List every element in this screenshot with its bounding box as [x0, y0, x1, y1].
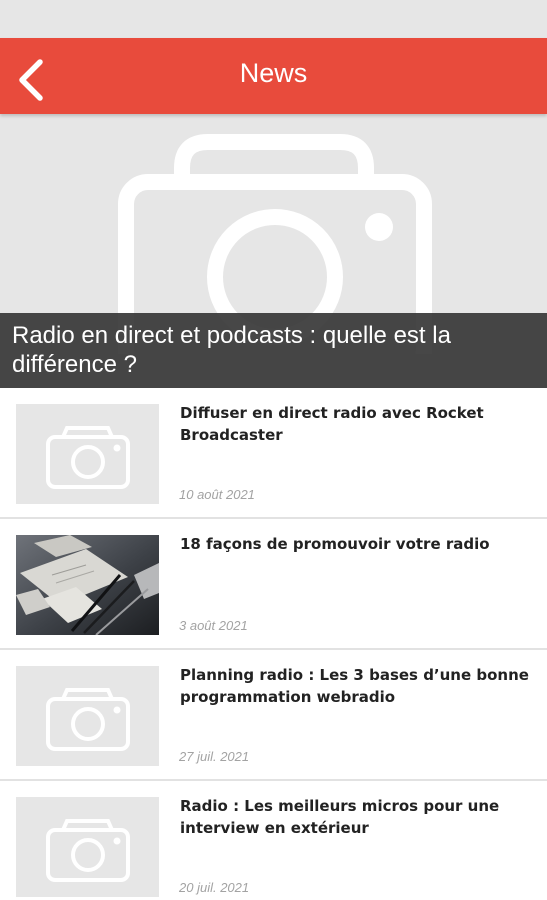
featured-title: Radio en direct et podcasts : quelle est… — [12, 322, 451, 378]
news-screen: News Radio en direct et podcasts : quell… — [0, 0, 547, 900]
article-date: 10 août 2021 — [179, 487, 255, 502]
article-title: Radio : Les meilleurs micros pour une in… — [180, 797, 500, 837]
list-item[interactable]: 18 façons de promouvoir votre radio 3 ao… — [0, 519, 547, 650]
status-bar — [0, 0, 547, 38]
article-thumbnail — [16, 666, 159, 766]
article-thumbnail — [16, 404, 159, 504]
article-date: 3 août 2021 — [179, 618, 248, 633]
camera-placeholder-icon — [46, 688, 130, 751]
featured-article[interactable]: Radio en direct et podcasts : quelle est… — [0, 114, 547, 388]
article-date: 27 juil. 2021 — [179, 749, 250, 764]
app-bar: News — [0, 38, 547, 114]
article-thumbnail — [16, 535, 159, 635]
featured-caption: Radio en direct et podcasts : quelle est… — [0, 313, 547, 388]
list-item[interactable]: Radio : Les meilleurs micros pour une in… — [0, 781, 547, 900]
article-title: Diffuser en direct radio avec Rocket Bro… — [180, 404, 484, 444]
desk-photo — [16, 535, 159, 635]
list-item[interactable]: Planning radio : Les 3 bases d’une bonne… — [0, 650, 547, 781]
page-title: News — [239, 58, 308, 88]
camera-placeholder-icon — [46, 426, 130, 489]
article-date: 20 juil. 2021 — [179, 880, 250, 895]
article-thumbnail — [16, 797, 159, 897]
list-item[interactable]: Diffuser en direct radio avec Rocket Bro… — [0, 388, 547, 519]
camera-placeholder-icon — [46, 819, 130, 882]
article-title: Planning radio : Les 3 bases d’une bonne… — [180, 666, 529, 706]
article-title: 18 façons de promouvoir votre radio — [180, 535, 490, 553]
article-list: Diffuser en direct radio avec Rocket Bro… — [0, 388, 547, 900]
